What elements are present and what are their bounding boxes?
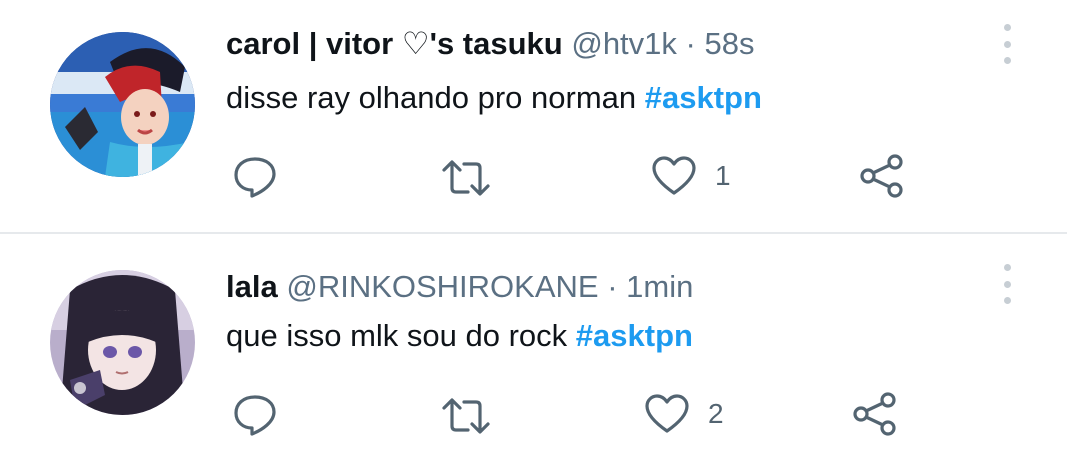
tweet-header: carol | vitor ♡'s tasuku @htv1k · 58s (226, 26, 754, 62)
share-icon (853, 392, 896, 436)
author-handle[interactable]: @htv1k (571, 26, 677, 61)
hashtag-link[interactable]: #asktpn (576, 318, 693, 353)
share-button[interactable] (858, 153, 906, 199)
tweet-text: disse ray olhando pro norman #asktpn (226, 80, 762, 116)
reply-icon (234, 395, 276, 436)
tweet-divider (0, 232, 1067, 234)
retweet-icon (442, 160, 490, 196)
like-button[interactable]: 1 (651, 155, 731, 197)
like-count: 2 (708, 398, 724, 429)
retweet-button[interactable] (440, 396, 510, 436)
tweet-body-text: disse ray olhando pro norman (226, 80, 637, 115)
avatar[interactable] (50, 270, 195, 415)
separator: · (685, 26, 696, 61)
hashtag-link[interactable]: #asktpn (645, 80, 762, 115)
author-name[interactable]: carol | vitor ♡'s tasuku (226, 26, 563, 61)
reply-button[interactable] (232, 155, 296, 199)
more-options-icon[interactable] (993, 264, 1021, 304)
tweet-body-text: que isso mlk sou do rock (226, 318, 568, 353)
tweet-header: lala @RINKOSHIROKANE · 1min (226, 269, 693, 305)
separator: · (607, 269, 618, 304)
retweet-button[interactable] (440, 158, 510, 198)
reply-icon (234, 157, 276, 198)
author-name[interactable]: lala (226, 269, 278, 304)
more-options-icon[interactable] (993, 24, 1021, 64)
avatar[interactable] (50, 32, 195, 177)
tweet-card[interactable]: carol | vitor ♡'s tasuku @htv1k · 58s di… (0, 0, 1067, 232)
retweet-icon (442, 398, 490, 434)
reply-button[interactable] (232, 393, 296, 437)
share-button[interactable] (851, 391, 899, 437)
tweet-text: que isso mlk sou do rock #asktpn (226, 318, 693, 354)
timestamp[interactable]: 58s (705, 26, 755, 61)
timestamp[interactable]: 1min (626, 269, 693, 304)
like-icon (645, 394, 689, 433)
author-handle[interactable]: @RINKOSHIROKANE (286, 269, 598, 304)
like-icon (652, 156, 696, 195)
like-button[interactable]: 2 (644, 393, 724, 435)
share-icon (860, 154, 903, 198)
like-count: 1 (715, 160, 731, 191)
